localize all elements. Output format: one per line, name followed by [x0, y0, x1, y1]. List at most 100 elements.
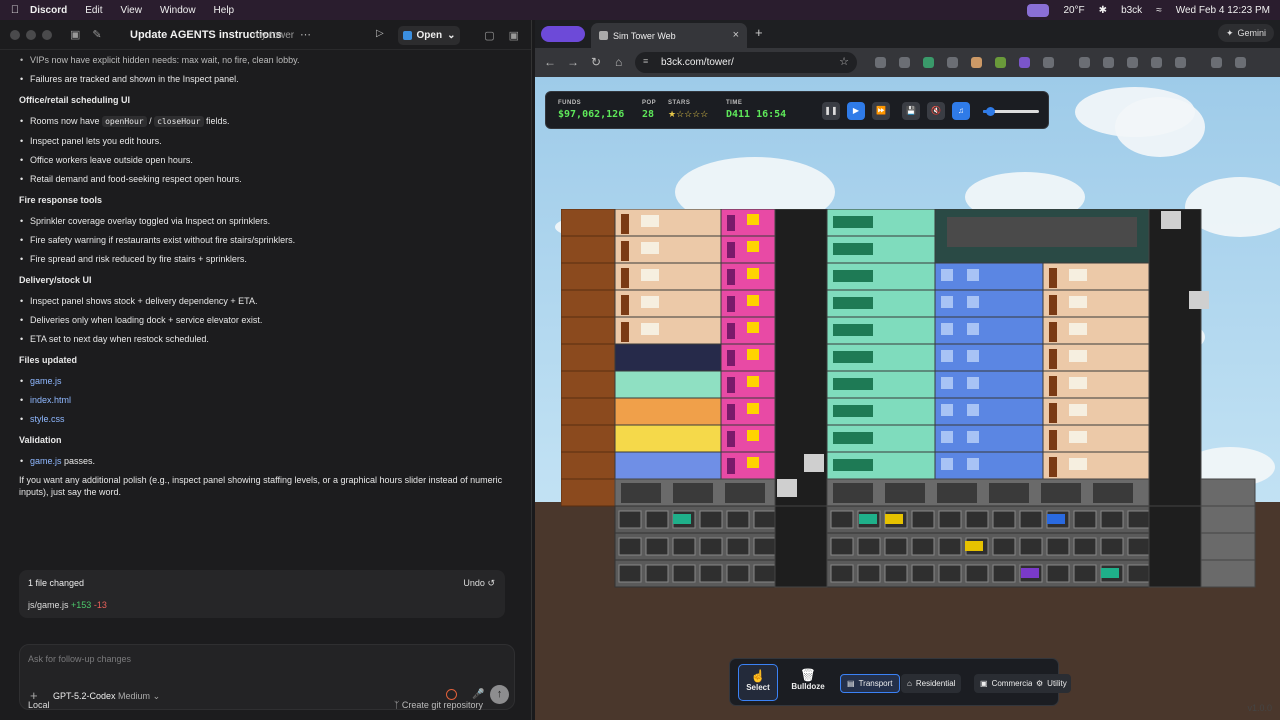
music-button[interactable]: ♫: [952, 102, 970, 120]
undo-button[interactable]: Undo ↺: [463, 578, 495, 589]
save-button[interactable]: 💾: [902, 102, 920, 120]
store-icon: ▣: [980, 679, 988, 688]
bluetooth-icon[interactable]: ✱: [1099, 5, 1107, 16]
play-button[interactable]: ▶: [847, 102, 865, 120]
parking-space: [618, 537, 642, 556]
file-link[interactable]: index.html: [30, 395, 71, 405]
bulldoze-tool-button[interactable]: 🗑 Bulldoze: [788, 664, 828, 701]
camera-icon[interactable]: [947, 57, 958, 68]
bookmark-star-icon[interactable]: ☆: [839, 55, 849, 68]
menu-kebab-icon[interactable]: [1235, 57, 1246, 68]
more-options-icon[interactable]: ⋯: [300, 28, 311, 41]
reload-icon[interactable]: ↻: [591, 55, 601, 69]
mute-button[interactable]: 🔇: [927, 102, 945, 120]
file-link-item[interactable]: game.js: [19, 375, 509, 387]
select-tool-button[interactable]: ☝ Select: [738, 664, 778, 701]
volume-slider[interactable]: [983, 107, 1039, 116]
lines-removed: -13: [93, 600, 107, 610]
wifi-icon[interactable]: ≈: [1156, 5, 1162, 16]
fast-forward-button[interactable]: ⏩: [872, 102, 890, 120]
prompt-input[interactable]: Ask for follow-up changes: [28, 654, 131, 664]
password-key-icon[interactable]: [1175, 57, 1186, 68]
lobby-door: [937, 483, 977, 503]
warning-icon[interactable]: [446, 689, 457, 700]
category-residential[interactable]: ⌂ Residential: [901, 674, 962, 693]
menu-window[interactable]: Window: [160, 5, 196, 16]
file-link-item[interactable]: style.css: [19, 413, 509, 425]
parking-space: [753, 510, 777, 529]
version-label: v1.0.0: [1247, 703, 1272, 713]
tower-canvas[interactable]: [561, 209, 1280, 589]
sidebar-toggle-icon[interactable]: ▣: [70, 28, 80, 41]
clock[interactable]: Wed Feb 4 12:23 PM: [1176, 5, 1270, 16]
home-icon[interactable]: ⌂: [615, 55, 622, 69]
model-selector[interactable]: GPT-5.2-Codex Medium ⌄: [53, 691, 160, 702]
extension-icon[interactable]: [1043, 57, 1054, 68]
category-transport[interactable]: ▤ Transport: [840, 674, 900, 693]
menu-help[interactable]: Help: [214, 5, 235, 16]
door: [1049, 295, 1057, 315]
category-utility[interactable]: ⚙ Utility: [1032, 674, 1071, 693]
tower[interactable]: [561, 209, 1280, 589]
menu-edit[interactable]: Edit: [85, 5, 102, 16]
extension-icon[interactable]: [923, 57, 934, 68]
parking-space: [938, 537, 962, 556]
closing-text: If you want any additional polish (e.g.,…: [19, 475, 503, 497]
microphone-icon[interactable]: 🎤: [472, 689, 484, 700]
diff-panel-icon[interactable]: ▣: [509, 29, 519, 42]
send-button[interactable]: ↑: [490, 685, 509, 704]
extension-icon[interactable]: [995, 57, 1006, 68]
forward-icon[interactable]: →: [567, 55, 579, 69]
window: [967, 269, 979, 281]
apple-icon[interactable]: : [0, 4, 30, 16]
close-window-button[interactable]: [10, 29, 20, 40]
category-commercial[interactable]: ▣ Commercial: [974, 674, 1041, 693]
cast-icon[interactable]: [1079, 57, 1090, 68]
tab-sim-tower[interactable]: Sim Tower Web ×: [591, 23, 747, 48]
file-link-item[interactable]: index.html: [19, 394, 509, 406]
run-icon[interactable]: ▷: [376, 28, 384, 39]
devtools-icon[interactable]: [1103, 57, 1114, 68]
weather-text[interactable]: 20°F: [1063, 5, 1084, 16]
extension-icon[interactable]: [875, 57, 886, 68]
back-icon[interactable]: ←: [544, 55, 556, 69]
new-tab-icon[interactable]: +: [755, 25, 763, 40]
extension-icon[interactable]: [1019, 57, 1030, 68]
user-name[interactable]: b3ck: [1121, 5, 1142, 16]
sidebar-icon[interactable]: [1127, 57, 1138, 68]
extension-icon[interactable]: [899, 57, 910, 68]
room-unit: [1042, 343, 1150, 372]
terminal-icon[interactable]: ▢: [484, 29, 494, 42]
parking-space: [911, 537, 935, 556]
parking-space: [884, 537, 908, 556]
game-viewport[interactable]: FUNDS $97,062,126 POP 28 STARS ★☆☆☆☆ TIM…: [535, 77, 1280, 720]
open-in-editor-button[interactable]: Open ⌄: [398, 26, 460, 45]
new-thread-icon[interactable]: ✎: [92, 28, 101, 41]
download-icon[interactable]: [1151, 57, 1162, 68]
create-git-repo-button[interactable]: ᛉ Create git repository: [394, 700, 483, 710]
time-label: TIME: [726, 100, 743, 106]
menu-app[interactable]: Discord: [30, 5, 67, 16]
minimize-window-button[interactable]: [26, 29, 36, 40]
close-tab-icon[interactable]: ×: [733, 29, 739, 41]
screen-share-icon[interactable]: [1027, 3, 1050, 17]
parking-space: [965, 564, 989, 583]
extensions-puzzle-icon[interactable]: [1211, 57, 1222, 68]
volume-knob[interactable]: [985, 107, 995, 116]
site-info-icon[interactable]: ≡: [643, 56, 648, 66]
star-rating: ★☆☆☆☆: [668, 109, 709, 119]
gemini-button[interactable]: ✦ Gemini: [1217, 24, 1274, 42]
side-panel-button[interactable]: [541, 26, 585, 42]
environment-label[interactable]: Local: [28, 700, 50, 710]
file-link[interactable]: game.js: [30, 456, 62, 466]
room-unit: [1042, 289, 1150, 318]
address-bar[interactable]: ≡ b3ck.com/tower/ ☆: [635, 52, 857, 73]
pause-button[interactable]: ❚❚: [822, 102, 840, 120]
extension-icon[interactable]: [971, 57, 982, 68]
file-link[interactable]: style.css: [30, 414, 65, 424]
url-text[interactable]: b3ck.com/tower/: [661, 57, 734, 68]
zoom-window-button[interactable]: [42, 29, 52, 40]
file-link[interactable]: game.js: [30, 376, 62, 386]
changed-file-row[interactable]: js/game.js +153 -13: [28, 600, 107, 610]
menu-view[interactable]: View: [120, 5, 142, 16]
